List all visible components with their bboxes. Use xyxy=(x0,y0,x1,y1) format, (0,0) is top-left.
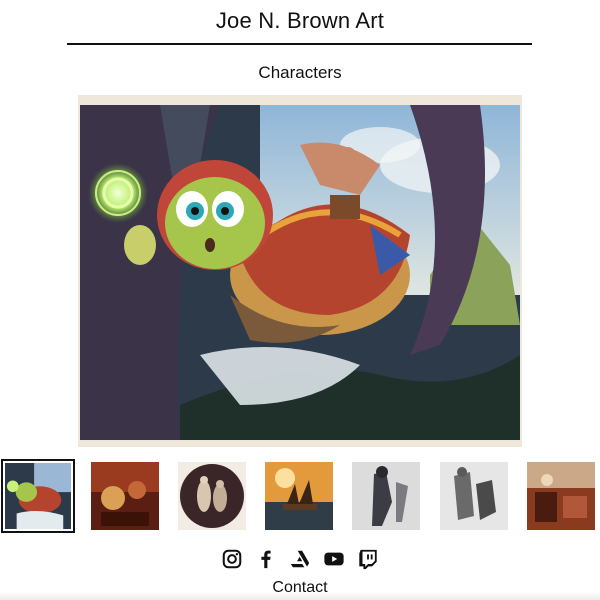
gallery-thumbnail-1[interactable] xyxy=(1,459,75,533)
gallery-thumbnail-7[interactable] xyxy=(527,462,595,530)
gallery-thumbnail-2[interactable] xyxy=(91,462,159,530)
gallery-thumbnail-4[interactable] xyxy=(265,462,333,530)
instagram-icon[interactable] xyxy=(221,548,243,570)
title-divider xyxy=(67,43,532,45)
site-title[interactable]: Joe N. Brown Art xyxy=(0,8,600,34)
page-bottom-edge xyxy=(0,592,600,600)
facebook-icon[interactable] xyxy=(255,548,277,570)
gallery-thumbnail-5[interactable] xyxy=(352,462,420,530)
social-links xyxy=(0,548,600,572)
gallery-thumbnail-3[interactable] xyxy=(178,462,246,530)
youtube-icon[interactable] xyxy=(323,548,345,570)
gallery-thumbnail-6[interactable] xyxy=(440,462,508,530)
twitch-icon[interactable] xyxy=(357,548,379,570)
main-artwork-image[interactable] xyxy=(78,95,522,447)
artstation-icon[interactable] xyxy=(289,548,311,570)
gallery-section-title: Characters xyxy=(258,63,342,82)
